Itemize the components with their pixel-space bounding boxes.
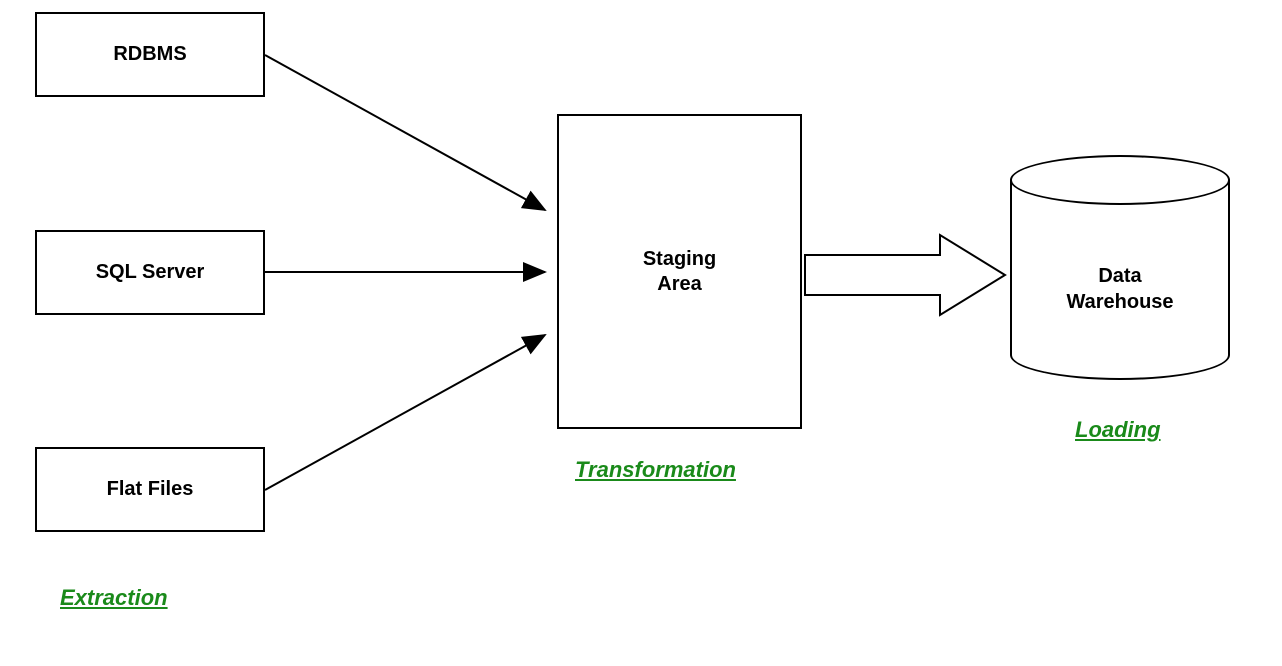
phase-text: Extraction — [60, 585, 168, 610]
phase-label-loading: Loading — [1075, 417, 1161, 443]
source-box-flatfiles: Flat Files — [35, 447, 265, 532]
staging-box: Staging Area — [557, 114, 802, 429]
source-label: RDBMS — [113, 42, 186, 67]
data-warehouse-cylinder: Data Warehouse — [1010, 155, 1230, 380]
block-arrow-staging-to-warehouse — [805, 235, 1005, 315]
phase-label-extraction: Extraction — [60, 585, 168, 611]
phase-text: Transformation — [575, 457, 736, 482]
source-box-sqlserver: SQL Server — [35, 230, 265, 315]
source-box-rdbms: RDBMS — [35, 12, 265, 97]
arrow-rdbms-to-staging — [265, 55, 545, 210]
phase-text: Loading — [1075, 417, 1161, 442]
source-label: SQL Server — [96, 260, 205, 285]
staging-label-line2: Area — [657, 273, 701, 295]
source-label: Flat Files — [107, 477, 194, 502]
warehouse-label-line2: Warehouse — [1066, 291, 1173, 313]
staging-label-line1: Staging — [643, 248, 716, 270]
arrow-flatfiles-to-staging — [265, 335, 545, 490]
warehouse-label-line1: Data — [1098, 265, 1141, 287]
cylinder-body: Data Warehouse — [1010, 180, 1230, 380]
phase-label-transformation: Transformation — [575, 457, 736, 483]
cylinder-top-icon — [1010, 155, 1230, 205]
